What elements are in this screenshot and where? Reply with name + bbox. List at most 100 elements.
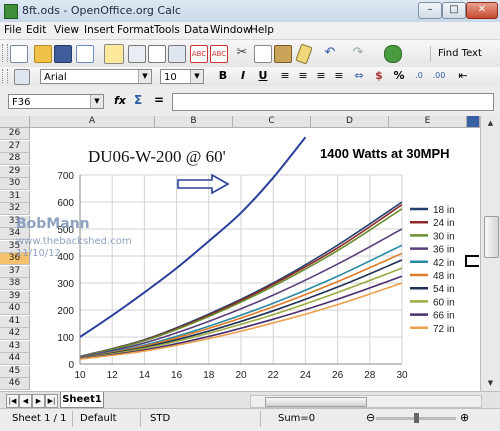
row-header-38[interactable]: 38: [0, 278, 30, 290]
formatting-toolbar: Arial ▼ 10 ▼ B I U ≡ ≡ ≡ ≡ ⇔ $ % .0 .00 …: [0, 67, 500, 87]
chart-object[interactable]: 010020030040050060070010 12 14 16 18 20 22 24 26…: [30, 128, 470, 391]
justify-icon[interactable]: ≡: [332, 69, 346, 83]
sheet-tab-sheet1[interactable]: Sheet1: [60, 392, 104, 408]
open-folder-icon[interactable]: [34, 45, 52, 63]
align-center-icon[interactable]: ≡: [296, 69, 310, 83]
menu-view[interactable]: View: [54, 24, 79, 36]
row-header-30[interactable]: 30: [0, 178, 30, 190]
italic-button[interactable]: I: [236, 69, 250, 83]
menu-data[interactable]: Data: [184, 24, 209, 36]
hscroll-thumb[interactable]: [265, 397, 367, 407]
new-document-icon[interactable]: [10, 45, 28, 63]
column-header-a[interactable]: A: [30, 116, 155, 128]
styles-formatting-icon[interactable]: [14, 69, 30, 85]
sum-button[interactable]: Σ: [134, 93, 142, 107]
align-left-icon[interactable]: ≡: [278, 69, 292, 83]
row-header-28[interactable]: 28: [0, 153, 30, 165]
email-icon[interactable]: [76, 45, 94, 63]
previous-sheet-icon[interactable]: ◀: [19, 394, 32, 408]
status-selection-mode[interactable]: STD: [150, 413, 170, 424]
horizontal-scrollbar[interactable]: [250, 395, 482, 408]
row-header-27[interactable]: 27: [0, 140, 30, 153]
status-separator: [72, 411, 73, 427]
navigator-icon[interactable]: [384, 45, 402, 63]
menu-format[interactable]: Format: [117, 24, 154, 36]
row-header-46[interactable]: 46: [0, 378, 30, 390]
print-icon[interactable]: [148, 45, 166, 63]
bold-button[interactable]: B: [216, 69, 230, 83]
column-header-c[interactable]: C: [233, 116, 311, 128]
zoom-out-icon[interactable]: ⊖: [366, 411, 375, 424]
menu-file[interactable]: File: [4, 24, 22, 36]
row-header-41[interactable]: 41: [0, 315, 30, 328]
edit-file-icon[interactable]: [104, 44, 124, 64]
vertical-scrollbar[interactable]: ▲ ▼: [480, 116, 500, 391]
underline-button[interactable]: U: [256, 69, 270, 83]
autospellcheck-icon[interactable]: ABC: [210, 45, 228, 63]
row-header-44[interactable]: 44: [0, 353, 30, 365]
last-sheet-icon[interactable]: ▶|: [45, 394, 58, 408]
zoom-in-icon[interactable]: ⊕: [460, 411, 469, 424]
chevron-down-icon[interactable]: ▼: [90, 95, 103, 108]
percent-format-button[interactable]: %: [392, 69, 406, 83]
function-button[interactable]: =: [154, 93, 164, 107]
zoom-slider-handle[interactable]: [414, 413, 419, 423]
add-decimal-icon[interactable]: .00: [432, 69, 446, 83]
font-name-combo[interactable]: Arial ▼: [40, 69, 152, 84]
toolbar-grip[interactable]: [2, 44, 8, 62]
menu-edit[interactable]: Edit: [26, 24, 46, 36]
first-sheet-icon[interactable]: |◀: [6, 394, 19, 408]
row-header-43[interactable]: 43: [0, 340, 30, 353]
select-all-corner[interactable]: [0, 116, 30, 128]
standard-format-icon[interactable]: .0: [412, 69, 426, 83]
scroll-down-icon[interactable]: ▼: [484, 378, 497, 388]
formula-input[interactable]: [172, 93, 494, 111]
redo-icon[interactable]: ↷: [350, 45, 366, 61]
selected-cell-f36[interactable]: [465, 255, 479, 267]
copy-icon[interactable]: [254, 45, 272, 63]
cut-icon[interactable]: ✂: [234, 45, 250, 61]
column-header-d[interactable]: D: [311, 116, 389, 128]
merge-cells-icon[interactable]: ⇔: [352, 69, 366, 83]
name-box[interactable]: F36 ▼: [8, 94, 104, 109]
save-icon[interactable]: [54, 45, 72, 63]
column-header-f[interactable]: [467, 116, 480, 128]
row-header-40[interactable]: 40: [0, 303, 30, 315]
paste-icon[interactable]: [274, 45, 292, 63]
row-header-26[interactable]: 26: [0, 128, 30, 140]
scroll-up-icon[interactable]: ▲: [484, 118, 497, 128]
menu-tools[interactable]: Tools: [154, 24, 180, 36]
column-header-e[interactable]: E: [389, 116, 467, 128]
chevron-down-icon[interactable]: ▼: [190, 70, 203, 83]
maximize-button[interactable]: □: [442, 2, 466, 19]
function-wizard-button[interactable]: fx: [114, 94, 126, 107]
font-size-combo[interactable]: 10 ▼: [160, 69, 204, 84]
spellcheck-icon[interactable]: ABC: [190, 45, 208, 63]
row-header-31[interactable]: 31: [0, 190, 30, 203]
row-header-42[interactable]: 42: [0, 328, 30, 340]
close-button[interactable]: ✕: [466, 2, 498, 19]
column-header-b[interactable]: B: [155, 116, 233, 128]
find-text-label[interactable]: Find Text: [438, 48, 482, 59]
toolbar-grip[interactable]: [2, 69, 8, 83]
menu-window[interactable]: Window: [210, 24, 251, 36]
row-header-45[interactable]: 45: [0, 365, 30, 378]
scroll-thumb[interactable]: [484, 216, 499, 258]
decrease-indent-icon[interactable]: ⇤: [456, 69, 470, 83]
row-header-37[interactable]: 37: [0, 265, 30, 278]
menu-insert[interactable]: Insert: [84, 24, 114, 36]
clone-formatting-icon[interactable]: [295, 43, 313, 65]
chevron-down-icon[interactable]: ▼: [138, 70, 151, 83]
currency-format-button[interactable]: $: [372, 69, 386, 83]
export-pdf-icon[interactable]: [128, 45, 146, 63]
minimize-button[interactable]: –: [418, 2, 442, 19]
spreadsheet-grid[interactable]: A B C D E 26 27 28 29 30 31 32 33 34 35 36 37 38 39 40…: [0, 116, 480, 391]
align-right-icon[interactable]: ≡: [314, 69, 328, 83]
undo-icon[interactable]: ↶: [322, 45, 338, 61]
print-preview-icon[interactable]: [168, 45, 186, 63]
next-sheet-icon[interactable]: ▶: [32, 394, 45, 408]
row-header-32[interactable]: 32: [0, 203, 30, 215]
row-header-29[interactable]: 29: [0, 165, 30, 178]
menu-help[interactable]: Help: [250, 24, 274, 36]
row-header-39[interactable]: 39: [0, 290, 30, 303]
